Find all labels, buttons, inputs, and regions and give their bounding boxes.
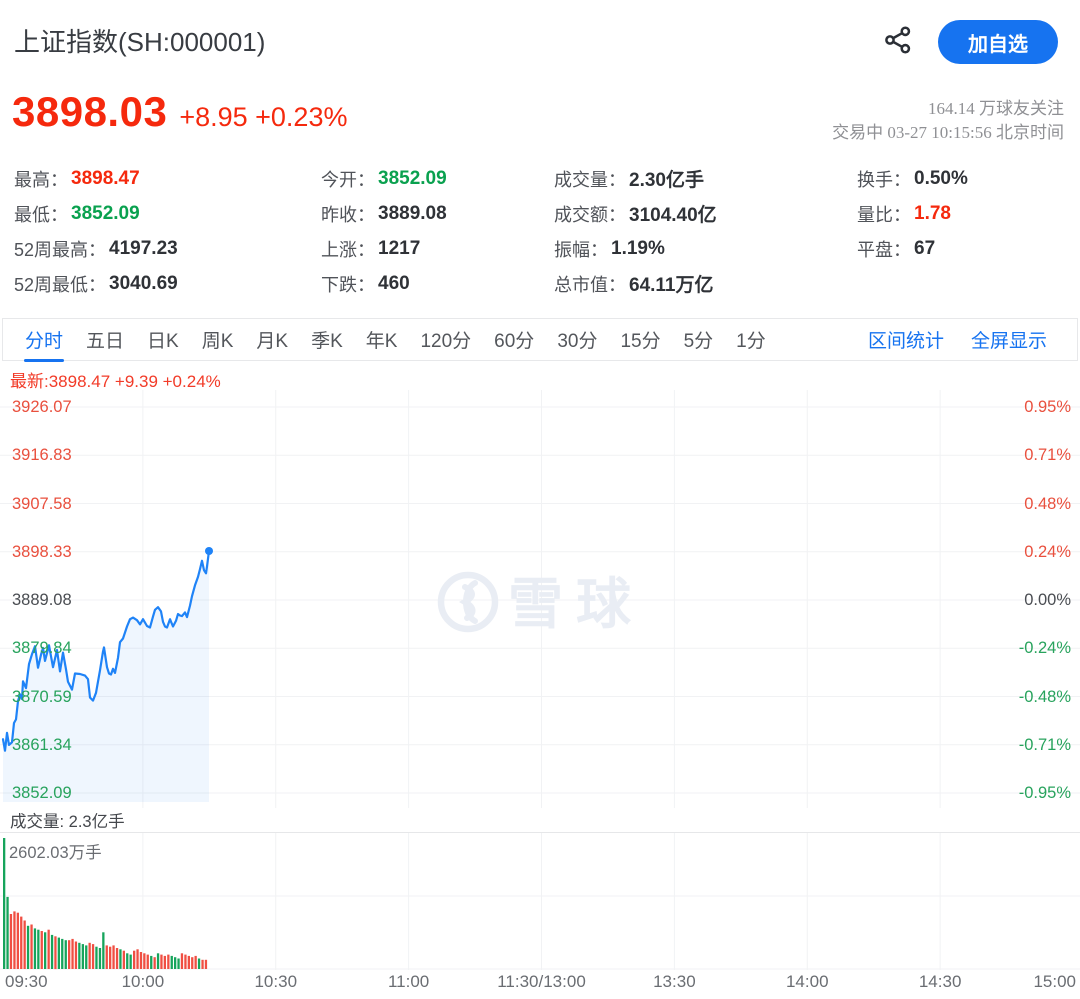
y-axis-percent-label: 0.48% [1024, 494, 1071, 514]
tab-30min[interactable]: 30分 [556, 317, 598, 362]
stat-turnover: 成交额：3104.40亿 [554, 196, 717, 231]
y-axis-price-label: 3852.09 [12, 783, 72, 803]
share-icon[interactable] [882, 24, 914, 56]
x-axis-time-label: 15:00 [1033, 972, 1076, 992]
stat-advancers: 上涨：1217 [321, 231, 447, 266]
tab-weekly-k[interactable]: 周K [201, 317, 235, 362]
stat-high: 最高：3898.47 [14, 161, 178, 196]
stats-column-2: 今开：3852.09 昨收：3889.08 上涨：1217 下跌：460 [321, 161, 447, 301]
tab-15min[interactable]: 15分 [619, 317, 661, 362]
stat-market-cap: 总市值：64.11万亿 [554, 266, 717, 301]
x-axis-time-label: 14:30 [919, 972, 962, 992]
y-axis-price-label: 3889.08 [12, 590, 72, 610]
stat-amplitude: 振幅：1.19% [554, 231, 717, 266]
tab-60min[interactable]: 60分 [493, 317, 535, 362]
y-axis-price-label: 3879.84 [12, 638, 72, 658]
volume-header-label: 成交量: 2.3亿手 [10, 808, 125, 832]
tab-actions: 区间统计 全屏显示 [868, 326, 1047, 353]
tab-daily-k[interactable]: 日K [146, 317, 180, 362]
x-axis-time-label: 10:00 [122, 972, 165, 992]
tab-yearly-k[interactable]: 年K [365, 317, 399, 362]
x-axis-time-label: 09:30 [5, 972, 48, 992]
y-axis-percent-label: 0.24% [1024, 542, 1071, 562]
stats-column-1: 最高：3898.47 最低：3852.09 52周最高：4197.23 52周最… [14, 161, 178, 301]
intraday-chart-section: 最新:3898.47 +9.39 +0.24% 雪球 成交量: 2.3亿手 26… [0, 362, 1080, 999]
price-change: +8.95 +0.23% [179, 102, 347, 133]
fullscreen-link[interactable]: 全屏显示 [971, 326, 1047, 353]
tab-quarterly-k[interactable]: 季K [310, 317, 344, 362]
y-axis-price-label: 3926.07 [12, 397, 72, 417]
xueqiu-watermark: 雪球 [434, 566, 646, 643]
add-watchlist-button[interactable]: 加自选 [938, 20, 1058, 64]
stat-volume-ratio: 量比：1.78 [857, 196, 968, 231]
y-axis-percent-label: -0.71% [1019, 735, 1071, 755]
stat-52w-low: 52周最低：3040.69 [14, 266, 178, 301]
volume-chart-plot[interactable] [0, 833, 1080, 970]
stat-volume: 成交量：2.30亿手 [554, 161, 717, 196]
stat-52w-high: 52周最高：4197.23 [14, 231, 178, 266]
x-axis-time-label: 14:00 [786, 972, 829, 992]
y-axis-percent-label: 0.95% [1024, 397, 1071, 417]
stat-low: 最低：3852.09 [14, 196, 178, 231]
x-axis-time-label: 11:00 [388, 972, 429, 992]
y-axis-percent-label: -0.48% [1019, 687, 1071, 707]
y-axis-price-label: 3870.59 [12, 687, 72, 707]
chart-period-tabbar: 分时 五日 日K 周K 月K 季K 年K 120分 60分 30分 15分 5分… [2, 318, 1078, 361]
stat-unchanged: 平盘：67 [857, 231, 968, 266]
stats-column-4: 换手：0.50% 量比：1.78 平盘：67 [857, 161, 968, 266]
trading-status: 交易中 03-27 10:15:56 北京时间 [832, 118, 1064, 143]
tab-5day[interactable]: 五日 [85, 317, 125, 362]
tab-1min[interactable]: 1分 [735, 317, 767, 362]
y-axis-price-label: 3898.33 [12, 542, 72, 562]
x-axis-time-label: 10:30 [254, 972, 297, 992]
x-axis-time-label: 11:30/13:00 [497, 972, 586, 992]
stock-detail-page: 上证指数(SH:000001) 加自选 3898.03 +8.95 +0.23%… [0, 0, 1080, 999]
range-statistics-link[interactable]: 区间统计 [868, 326, 944, 353]
stat-prev-close: 昨收：3889.08 [321, 196, 447, 231]
stat-turnover-rate: 换手：0.50% [857, 161, 968, 196]
volume-pane-header: 成交量: 2.3亿手 [0, 806, 1080, 833]
y-axis-percent-label: -0.95% [1019, 783, 1071, 803]
y-axis-percent-label: 0.00% [1024, 590, 1071, 610]
current-price-row: 3898.03 +8.95 +0.23% [12, 88, 347, 136]
y-axis-price-label: 3907.58 [12, 494, 72, 514]
watermark-text: 雪球 [508, 573, 644, 635]
x-axis-time-label: 13:30 [653, 972, 696, 992]
stats-column-3: 成交量：2.30亿手 成交额：3104.40亿 振幅：1.19% 总市值：64.… [554, 161, 717, 301]
tab-monthly-k[interactable]: 月K [255, 317, 289, 362]
tab-5min[interactable]: 5分 [683, 317, 715, 362]
current-price: 3898.03 [12, 88, 167, 136]
followers-count: 164.14 万球友关注 [928, 94, 1064, 119]
tab-120min[interactable]: 120分 [419, 317, 472, 362]
stat-open: 今开：3852.09 [321, 161, 447, 196]
y-axis-price-label: 3916.83 [12, 445, 72, 465]
stat-decliners: 下跌：460 [321, 266, 447, 301]
y-axis-price-label: 3861.34 [12, 735, 72, 755]
y-axis-percent-label: 0.71% [1024, 445, 1071, 465]
page-title: 上证指数(SH:000001) [14, 22, 265, 59]
stats-grid: 最高：3898.47 最低：3852.09 52周最高：4197.23 52周最… [0, 161, 1080, 311]
tab-minute[interactable]: 分时 [24, 317, 64, 362]
y-axis-percent-label: -0.24% [1019, 638, 1071, 658]
